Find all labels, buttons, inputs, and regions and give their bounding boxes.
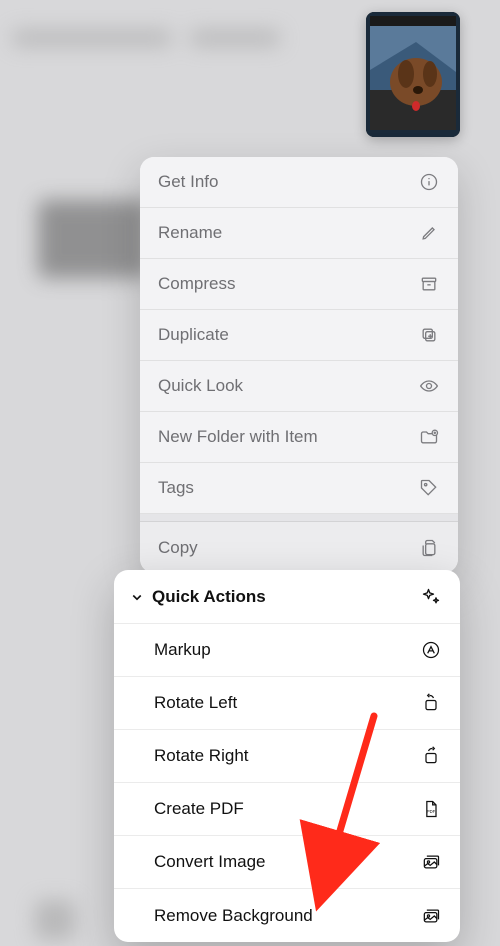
menu-item-label: Duplicate	[158, 325, 229, 345]
qa-item-convert-image[interactable]: Convert Image	[114, 836, 460, 889]
menu-separator	[140, 514, 458, 522]
markup-icon	[420, 639, 442, 661]
qa-item-label: Remove Background	[154, 906, 313, 926]
archive-icon	[418, 273, 440, 295]
tag-icon	[418, 477, 440, 499]
qa-item-rotate-right[interactable]: Rotate Right	[114, 730, 460, 783]
menu-item-quick-look[interactable]: Quick Look	[140, 361, 458, 412]
qa-item-label: Create PDF	[154, 799, 244, 819]
image-stack-icon	[420, 905, 442, 927]
eye-icon	[418, 375, 440, 397]
info-icon	[418, 171, 440, 193]
menu-item-get-info[interactable]: Get Info	[140, 157, 458, 208]
menu-item-label: Get Info	[158, 172, 218, 192]
qa-item-label: Convert Image	[154, 852, 266, 872]
qa-item-label: Markup	[154, 640, 211, 660]
menu-item-label: New Folder with Item	[158, 427, 318, 447]
menu-item-label: Compress	[158, 274, 235, 294]
context-menu: Get Info Rename Compress Duplicate Quick…	[140, 157, 458, 573]
dog-photo-icon	[366, 12, 460, 137]
menu-item-label: Rename	[158, 223, 222, 243]
qa-item-remove-background[interactable]: Remove Background	[114, 889, 460, 942]
menu-item-label: Quick Look	[158, 376, 243, 396]
copy-icon	[418, 537, 440, 559]
pencil-icon	[418, 222, 440, 244]
menu-item-duplicate[interactable]: Duplicate	[140, 310, 458, 361]
folder-plus-icon	[418, 426, 440, 448]
pdf-icon: PDF	[420, 798, 442, 820]
menu-item-rename[interactable]: Rename	[140, 208, 458, 259]
image-stack-icon	[420, 851, 442, 873]
menu-item-compress[interactable]: Compress	[140, 259, 458, 310]
quick-actions-title: Quick Actions	[152, 587, 266, 607]
menu-item-new-folder[interactable]: New Folder with Item	[140, 412, 458, 463]
menu-item-copy[interactable]: Copy	[140, 522, 458, 573]
qa-item-label: Rotate Left	[154, 693, 237, 713]
qa-item-markup[interactable]: Markup	[114, 624, 460, 677]
selected-file-thumbnail[interactable]	[366, 12, 460, 137]
qa-item-rotate-left[interactable]: Rotate Left	[114, 677, 460, 730]
quick-actions-header[interactable]: Quick Actions	[114, 570, 460, 624]
quick-actions-panel: Quick Actions Markup Rotate Left Rotate …	[114, 570, 460, 942]
qa-item-create-pdf[interactable]: Create PDF PDF	[114, 783, 460, 836]
menu-item-label: Copy	[158, 538, 198, 558]
rotate-left-icon	[420, 692, 442, 714]
qa-item-label: Rotate Right	[154, 746, 249, 766]
chevron-down-icon	[126, 586, 148, 608]
sparkle-icon	[420, 586, 442, 608]
rotate-right-icon	[420, 745, 442, 767]
svg-text:PDF: PDF	[427, 809, 436, 814]
menu-item-label: Tags	[158, 478, 194, 498]
duplicate-icon	[418, 324, 440, 346]
menu-item-tags[interactable]: Tags	[140, 463, 458, 514]
